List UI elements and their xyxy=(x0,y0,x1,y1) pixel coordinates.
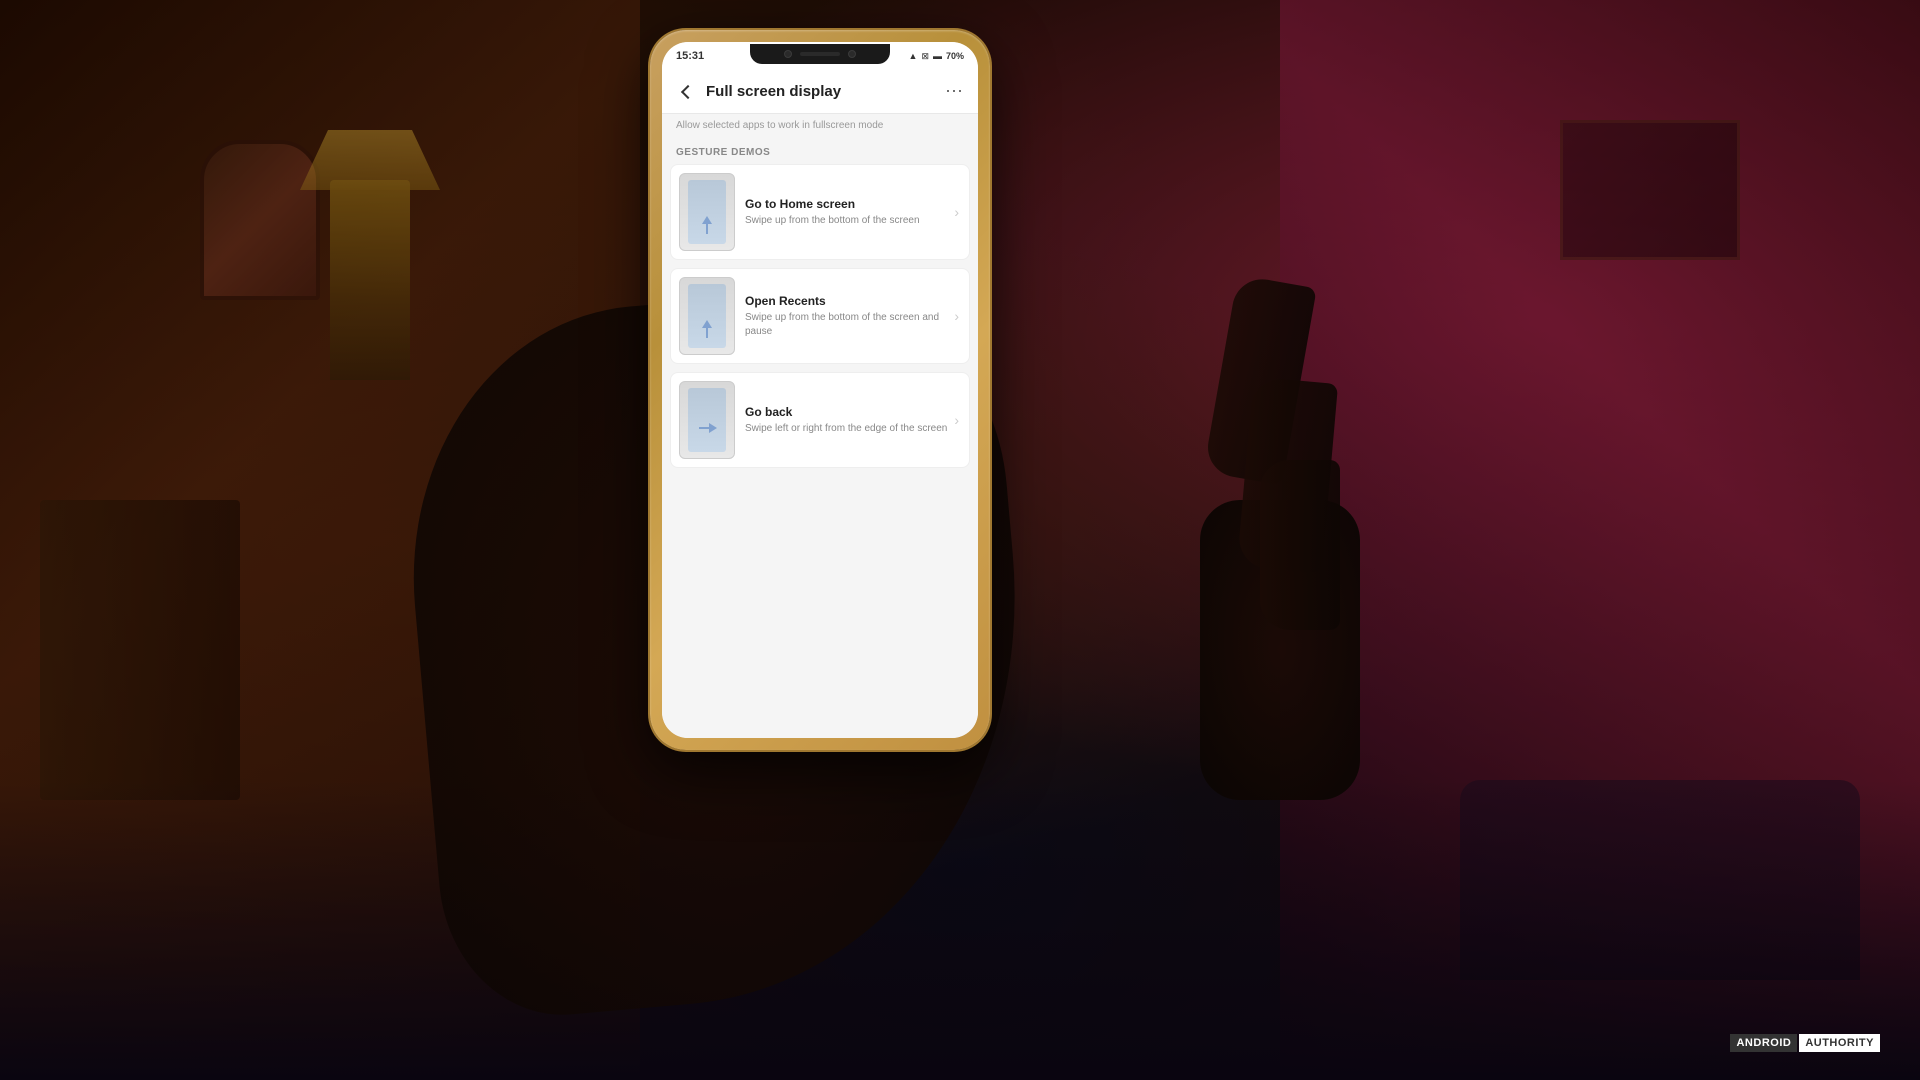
bg-picture xyxy=(1560,120,1740,260)
chevron-icon-recents: › xyxy=(954,308,959,324)
thumb-arrow-back xyxy=(697,422,717,434)
gesture-list: Go to Home screen Swipe up from the bott… xyxy=(662,164,978,468)
gesture-desc-back: Swipe left or right from the edge of the… xyxy=(745,422,948,436)
status-icons: ▲ ⊠ ▬ 70% xyxy=(909,51,964,62)
battery-percent: 70% xyxy=(946,51,964,61)
finger-3 xyxy=(1260,460,1340,630)
thumb-inner-back xyxy=(688,388,726,452)
camera-right xyxy=(848,50,856,58)
phone: 15:31 ▲ ⊠ ▬ 70% Full screen display xyxy=(650,30,990,750)
subtitle-text: Allow selected apps to work in fullscree… xyxy=(676,120,883,131)
gesture-thumb-recents xyxy=(679,277,735,355)
watermark: ANDROID AUTHORITY xyxy=(1730,1034,1880,1052)
gesture-item-home[interactable]: Go to Home screen Swipe up from the bott… xyxy=(670,164,970,260)
gesture-desc-home: Swipe up from the bottom of the screen xyxy=(745,214,948,228)
arrow-up-icon xyxy=(702,216,712,224)
screen-content: Full screen display ⋯ Allow selected app… xyxy=(662,70,978,738)
bg-shelf xyxy=(40,500,240,800)
header-bar: Full screen display ⋯ xyxy=(662,70,978,114)
watermark-authority-text: AUTHORITY xyxy=(1799,1034,1880,1052)
gesture-thumb-back xyxy=(679,381,735,459)
phone-body: 15:31 ▲ ⊠ ▬ 70% Full screen display xyxy=(650,30,990,750)
arrow-line-recents xyxy=(706,328,708,338)
chevron-icon-back: › xyxy=(954,412,959,428)
camera-left xyxy=(784,50,792,58)
gesture-item-back[interactable]: Go back Swipe left or right from the edg… xyxy=(670,372,970,468)
phone-speaker xyxy=(800,52,840,56)
gesture-title-home: Go to Home screen xyxy=(745,197,948,211)
arrow-right-icon xyxy=(709,423,717,433)
gesture-title-recents: Open Recents xyxy=(745,294,948,308)
more-icon: ⋯ xyxy=(945,81,963,102)
gesture-text-home: Go to Home screen Swipe up from the bott… xyxy=(745,197,948,228)
battery-icon: ▬ xyxy=(933,51,942,61)
bg-window xyxy=(200,140,320,300)
gesture-desc-recents: Swipe up from the bottom of the screen a… xyxy=(745,311,948,339)
wifi-icon: ▲ xyxy=(909,51,918,61)
gesture-title-back: Go back xyxy=(745,405,948,419)
gesture-item-recents[interactable]: Open Recents Swipe up from the bottom of… xyxy=(670,268,970,364)
arrow-line xyxy=(706,224,708,234)
arrow-line-back xyxy=(699,427,709,429)
gesture-thumb-home xyxy=(679,173,735,251)
page-title: Full screen display xyxy=(706,83,942,100)
screen-subtitle: Allow selected apps to work in fullscree… xyxy=(662,114,978,137)
thumb-arrow-recents xyxy=(701,320,713,340)
back-button[interactable] xyxy=(674,80,698,104)
section-header: GESTURE DEMOS xyxy=(662,137,978,164)
arrow-up-icon-recents xyxy=(702,320,712,328)
bg-couch xyxy=(1460,780,1860,980)
back-arrow-icon xyxy=(681,84,695,98)
bg-lamp xyxy=(330,180,410,380)
thumb-arrow-home xyxy=(701,216,713,236)
phone-screen: 15:31 ▲ ⊠ ▬ 70% Full screen display xyxy=(662,42,978,738)
more-button[interactable]: ⋯ xyxy=(942,80,966,104)
signal-icon: ⊠ xyxy=(921,51,929,62)
phone-notch xyxy=(750,44,890,64)
watermark-android-text: ANDROID xyxy=(1730,1034,1797,1052)
status-time: 15:31 xyxy=(676,50,704,62)
chevron-icon-home: › xyxy=(954,204,959,220)
gesture-text-recents: Open Recents Swipe up from the bottom of… xyxy=(745,294,948,339)
section-label: GESTURE DEMOS xyxy=(676,147,770,158)
gesture-text-back: Go back Swipe left or right from the edg… xyxy=(745,405,948,436)
